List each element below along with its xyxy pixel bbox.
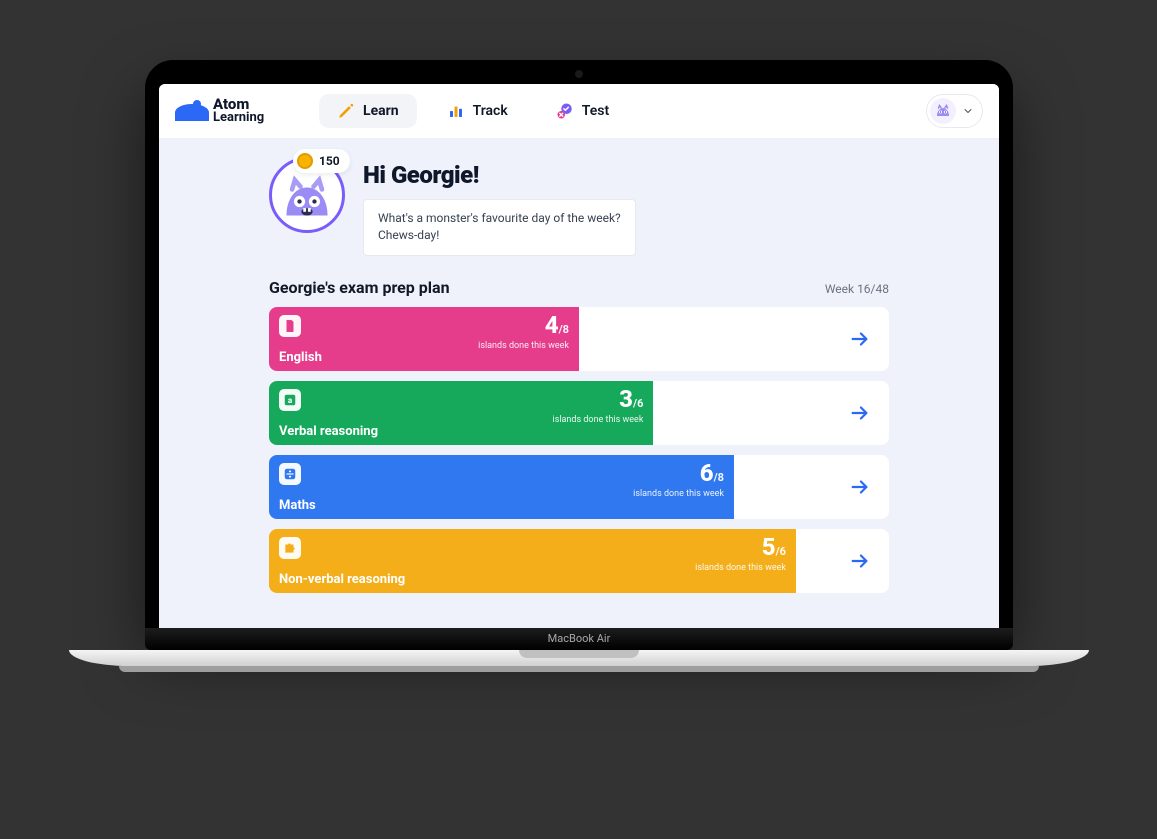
- subject-name: Non-verbal reasoning: [279, 572, 786, 587]
- subject-name: Maths: [279, 498, 724, 513]
- joke-box: What's a monster's favourite day of the …: [363, 199, 636, 256]
- subject-stats: 3/6: [619, 387, 643, 411]
- subject-total-count: /6: [633, 397, 643, 410]
- screen: Atom Learning Learn: [159, 84, 999, 628]
- plan-header: Georgie's exam prep plan Week 16/48: [269, 278, 889, 297]
- profile-menu[interactable]: [926, 94, 983, 128]
- subject-sublabel: islands done this week: [478, 341, 569, 351]
- arrow-right-icon: [849, 402, 871, 424]
- tab-test[interactable]: Test: [538, 94, 627, 128]
- tab-learn[interactable]: Learn: [319, 94, 417, 128]
- joke-question: What's a monster's favourite day of the …: [378, 210, 621, 227]
- coin-icon: [297, 153, 313, 169]
- nav-tabs: Learn Track: [319, 94, 627, 128]
- greeting: Hi Georgie!: [363, 161, 636, 189]
- plan-title: Georgie's exam prep plan: [269, 278, 450, 297]
- hero-text: Hi Georgie! What's a monster's favourite…: [363, 157, 636, 256]
- svg-text:a: a: [288, 395, 293, 405]
- joke-answer: Chews-day!: [378, 227, 621, 244]
- subject-stats: 6/8: [700, 461, 724, 485]
- coin-count: 150: [319, 154, 340, 168]
- chevron-down-icon: [962, 105, 974, 117]
- subject-card[interactable]: 6/8 islands done this weekMaths: [269, 455, 889, 519]
- brand-logo[interactable]: Atom Learning: [175, 98, 267, 123]
- subject-progress-fill: 4/8 islands done this weekEnglish: [269, 307, 579, 371]
- tab-learn-label: Learn: [363, 103, 399, 119]
- subject-total-count: /8: [559, 323, 569, 336]
- tab-track-label: Track: [473, 103, 508, 119]
- monster-icon: [279, 167, 335, 223]
- subject-done-count: 4: [545, 311, 559, 339]
- subject-sublabel: islands done this week: [633, 489, 724, 499]
- subject-card-action[interactable]: [796, 529, 889, 593]
- subject-name: English: [279, 350, 569, 365]
- brand-text: Atom Learning: [213, 98, 264, 123]
- subject-progress-fill: 6/8 islands done this weekMaths: [269, 455, 734, 519]
- subject-done-count: 6: [700, 459, 714, 487]
- coin-badge[interactable]: 150: [293, 149, 350, 173]
- subject-cards: 4/8islands done this weekEnglisha3/6isla…: [269, 307, 889, 593]
- subject-icon: [279, 537, 301, 559]
- bar-chart-icon: [447, 102, 465, 120]
- subject-sublabel: islands done this week: [695, 563, 786, 573]
- content: 150: [159, 139, 999, 628]
- subject-stats: 5/6: [762, 535, 786, 559]
- brand-mark-icon: [175, 101, 209, 121]
- brand-line2: Learning: [213, 112, 264, 124]
- subject-progress-fill: 5/6 islands done this weekNon-verbal reas…: [269, 529, 796, 593]
- subject-progress-fill: a 3/6 islands done this weekVerbal reasoni…: [269, 381, 653, 445]
- subject-card-action[interactable]: [653, 381, 889, 445]
- subject-card[interactable]: a 3/6 islands done this weekVerbal reasoni…: [269, 381, 889, 445]
- device-label: MacBook Air: [145, 628, 1013, 650]
- test-check-icon: [556, 102, 574, 120]
- subject-icon: a: [279, 389, 301, 411]
- subject-icon: [279, 463, 301, 485]
- arrow-right-icon: [849, 550, 871, 572]
- subject-name: Verbal reasoning: [279, 424, 643, 439]
- camera-dot: [575, 70, 583, 78]
- subject-total-count: /8: [714, 471, 724, 484]
- subject-sublabel: islands done this week: [553, 415, 644, 425]
- laptop-bezel: Atom Learning Learn: [145, 60, 1013, 628]
- subject-done-count: 5: [762, 533, 776, 561]
- tab-track[interactable]: Track: [429, 94, 526, 128]
- hero: 150: [269, 157, 889, 256]
- app: Atom Learning Learn: [159, 84, 999, 628]
- subject-card[interactable]: 4/8 islands done this weekEnglish: [269, 307, 889, 371]
- topbar: Atom Learning Learn: [159, 84, 999, 139]
- arrow-right-icon: [849, 328, 871, 350]
- plan-week: Week 16/48: [825, 282, 889, 296]
- subject-card-action[interactable]: [579, 307, 889, 371]
- subject-card-action[interactable]: [734, 455, 889, 519]
- tab-test-label: Test: [582, 103, 609, 119]
- subject-stats: 4/8: [545, 313, 569, 337]
- pencil-icon: [337, 102, 355, 120]
- avatar-icon: [930, 98, 956, 124]
- laptop-frame: Atom Learning Learn: [145, 60, 1013, 670]
- arrow-right-icon: [849, 476, 871, 498]
- subject-icon: [279, 315, 301, 337]
- subject-card[interactable]: 5/6 islands done this weekNon-verbal reas…: [269, 529, 889, 593]
- subject-total-count: /6: [776, 545, 786, 558]
- laptop-base: MacBook Air: [69, 628, 1089, 670]
- subject-done-count: 3: [619, 385, 633, 413]
